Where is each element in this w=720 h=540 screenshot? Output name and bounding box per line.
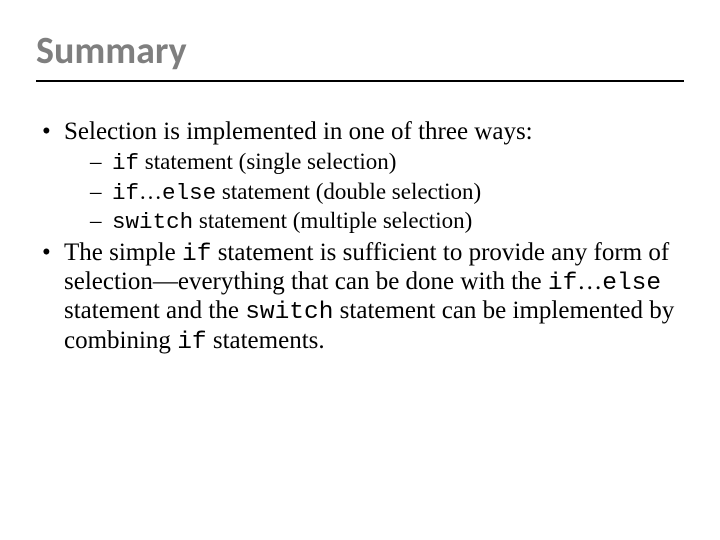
sub-bullet-3-tail: statement (multiple selection) [193,208,472,233]
slide-body: Selection is implemented in one of three… [36,118,684,356]
sub-bullet-list: if statement (single selection) if…else … [64,148,684,237]
sub-bullet-2-tail: statement (double selection) [216,179,481,204]
code-if: if [182,241,211,268]
sub-bullet-2: if…else statement (double selection) [90,178,684,208]
code-if: if [112,180,139,206]
sub-bullet-1: if statement (single selection) [90,148,684,178]
bullet-2-t6: statements. [207,327,325,354]
bullet-list: Selection is implemented in one of three… [36,118,684,356]
sub-bullet-1-tail: statement (single selection) [139,149,396,174]
bullet-1-text: Selection is implemented in one of three… [64,118,533,145]
code-if: if [112,150,139,176]
bullet-2: The simple if statement is sufficient to… [36,239,684,357]
slide: Summary Selection is implemented in one … [0,0,720,540]
code-if: if [548,270,577,297]
bullet-1: Selection is implemented in one of three… [36,118,684,237]
code-else: else [602,270,661,297]
code-else: else [162,180,216,206]
code-if: if [177,329,206,356]
ellipsis: … [139,179,162,204]
ellipsis: … [577,268,602,295]
title-underline [36,80,684,82]
sub-bullet-3: switch statement (multiple selection) [90,207,684,237]
slide-title: Summary [36,28,684,74]
code-switch: switch [245,299,333,326]
bullet-2-t1: The simple [64,239,182,266]
code-switch: switch [112,209,193,235]
bullet-2-t4: statement and the [64,297,245,324]
